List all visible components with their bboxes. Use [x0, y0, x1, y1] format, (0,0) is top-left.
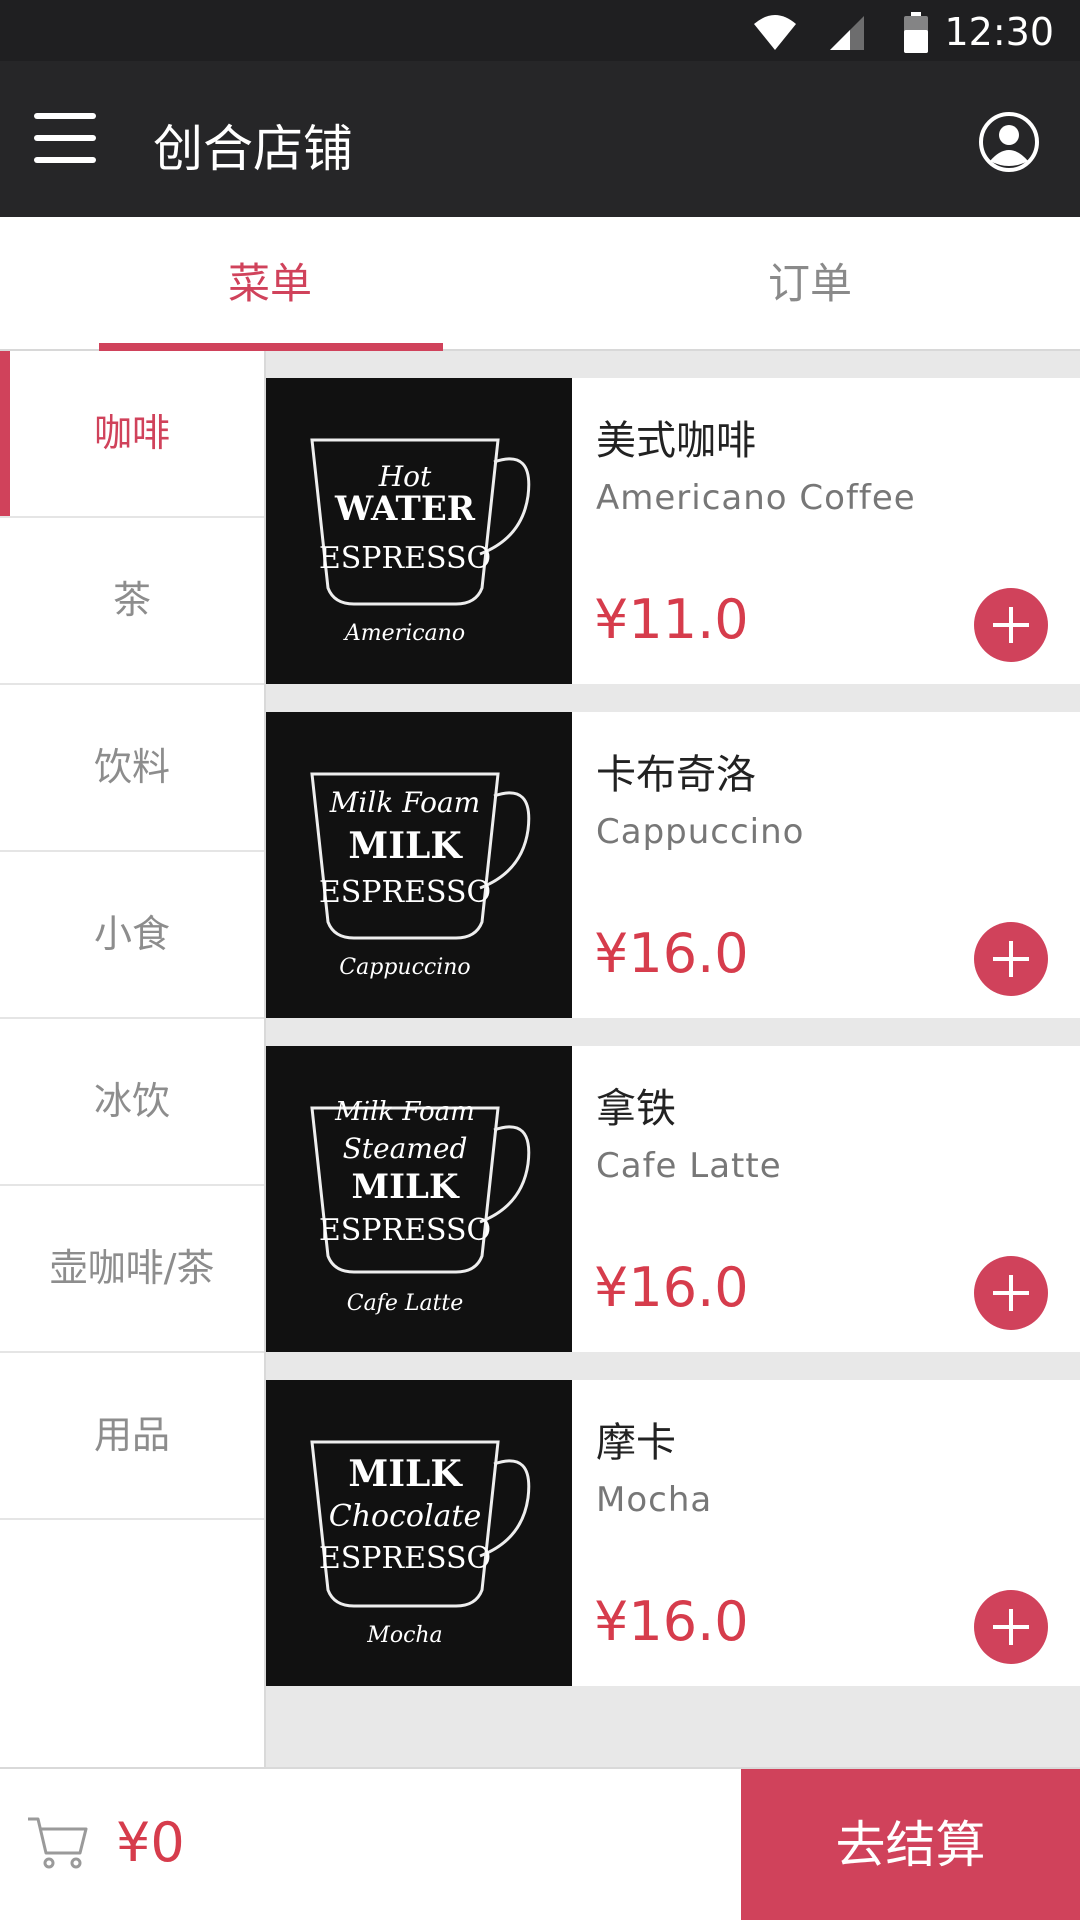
product-name-en: Cappuccino — [596, 812, 805, 852]
product-name: 卡布奇洛 — [596, 752, 756, 798]
product-image: Milk Foam Steamed MILK ESPRESSO Cafe Lat… — [266, 1046, 572, 1352]
category-sidebar: 咖啡 茶 饮料 小食 冰饮 壶咖啡/茶 用品 — [0, 351, 266, 1767]
svg-text:Milk Foam: Milk Foam — [334, 1097, 475, 1127]
tab-orders[interactable]: 订单 — [540, 217, 1080, 351]
svg-text:Chocolate: Chocolate — [329, 1499, 482, 1534]
svg-text:ESPRESSO: ESPRESSO — [319, 541, 491, 576]
product-price: ¥16.0 — [594, 1590, 749, 1653]
product-item[interactable]: Milk Foam MILK ESPRESSO Cappuccino 卡布奇洛 … — [266, 712, 1080, 1018]
product-image: Hot WATER ESPRESSO Americano — [266, 378, 572, 684]
product-image: Milk Foam MILK ESPRESSO Cappuccino — [266, 712, 572, 1018]
add-to-cart-button[interactable] — [974, 922, 1048, 996]
svg-text:MILK: MILK — [348, 1453, 463, 1495]
cart-bar: ¥0 去结算 — [0, 1767, 1080, 1920]
svg-text:Milk Foam: Milk Foam — [329, 786, 480, 819]
category-item-supplies[interactable]: 用品 — [0, 1353, 264, 1520]
category-item-tea[interactable]: 茶 — [0, 518, 264, 685]
svg-text:ESPRESSO: ESPRESSO — [319, 1541, 491, 1576]
add-to-cart-button[interactable] — [974, 1590, 1048, 1664]
menu-content: 咖啡 茶 饮料 小食 冰饮 壶咖啡/茶 用品 Hot WATER ESPRESS… — [0, 351, 1080, 1767]
product-price: ¥16.0 — [594, 922, 749, 985]
add-to-cart-button[interactable] — [974, 1256, 1048, 1330]
svg-text:Americano: Americano — [343, 621, 465, 646]
product-item[interactable]: Hot WATER ESPRESSO Americano 美式咖啡 Americ… — [266, 378, 1080, 684]
svg-text:Cappuccino: Cappuccino — [339, 955, 470, 980]
category-item-iced-drinks[interactable]: 冰饮 — [0, 1019, 264, 1186]
cart-total: ¥0 — [116, 1811, 185, 1874]
product-name-en: Cafe Latte — [596, 1146, 782, 1186]
battery-icon — [904, 12, 928, 53]
app-bar: 创合店铺 — [0, 61, 1080, 217]
cart-icon[interactable] — [26, 1813, 88, 1871]
svg-text:ESPRESSO: ESPRESSO — [319, 1213, 491, 1248]
svg-text:Cafe Latte: Cafe Latte — [347, 1291, 464, 1316]
category-item-snacks[interactable]: 小食 — [0, 852, 264, 1019]
profile-icon[interactable] — [978, 111, 1040, 173]
status-bar: 12:30 — [0, 0, 1080, 61]
tab-bar: 菜单 订单 — [0, 217, 1080, 351]
svg-text:WATER: WATER — [334, 489, 476, 529]
product-name-en: Mocha — [596, 1480, 713, 1520]
product-name: 摩卡 — [596, 1420, 676, 1466]
svg-text:MILK: MILK — [352, 1167, 460, 1207]
product-price: ¥16.0 — [594, 1256, 749, 1319]
signal-icon — [830, 16, 864, 50]
category-item-pot-coffee-tea[interactable]: 壶咖啡/茶 — [0, 1186, 264, 1353]
add-to-cart-button[interactable] — [974, 588, 1048, 662]
page-title: 创合店铺 — [153, 120, 353, 178]
menu-icon[interactable] — [34, 113, 96, 163]
product-item[interactable]: MILK Chocolate ESPRESSO Mocha 摩卡 Mocha ¥… — [266, 1380, 1080, 1686]
tab-menu[interactable]: 菜单 — [0, 217, 540, 351]
product-name-en: Americano Coffee — [596, 478, 916, 518]
category-item-drinks[interactable]: 饮料 — [0, 685, 264, 852]
tab-indicator — [99, 343, 443, 351]
category-item-coffee[interactable]: 咖啡 — [0, 351, 264, 518]
wifi-icon — [754, 15, 796, 50]
checkout-button[interactable]: 去结算 — [741, 1769, 1080, 1920]
product-image: MILK Chocolate ESPRESSO Mocha — [266, 1380, 572, 1686]
product-name: 美式咖啡 — [596, 418, 756, 464]
product-name: 拿铁 — [596, 1086, 676, 1132]
product-price: ¥11.0 — [594, 588, 749, 651]
svg-text:MILK: MILK — [348, 825, 463, 867]
svg-text:ESPRESSO: ESPRESSO — [319, 875, 491, 910]
product-item[interactable]: Milk Foam Steamed MILK ESPRESSO Cafe Lat… — [266, 1046, 1080, 1352]
status-time: 12:30 — [944, 10, 1054, 54]
svg-text:Mocha: Mocha — [366, 1623, 442, 1648]
svg-text:Steamed: Steamed — [343, 1132, 468, 1165]
